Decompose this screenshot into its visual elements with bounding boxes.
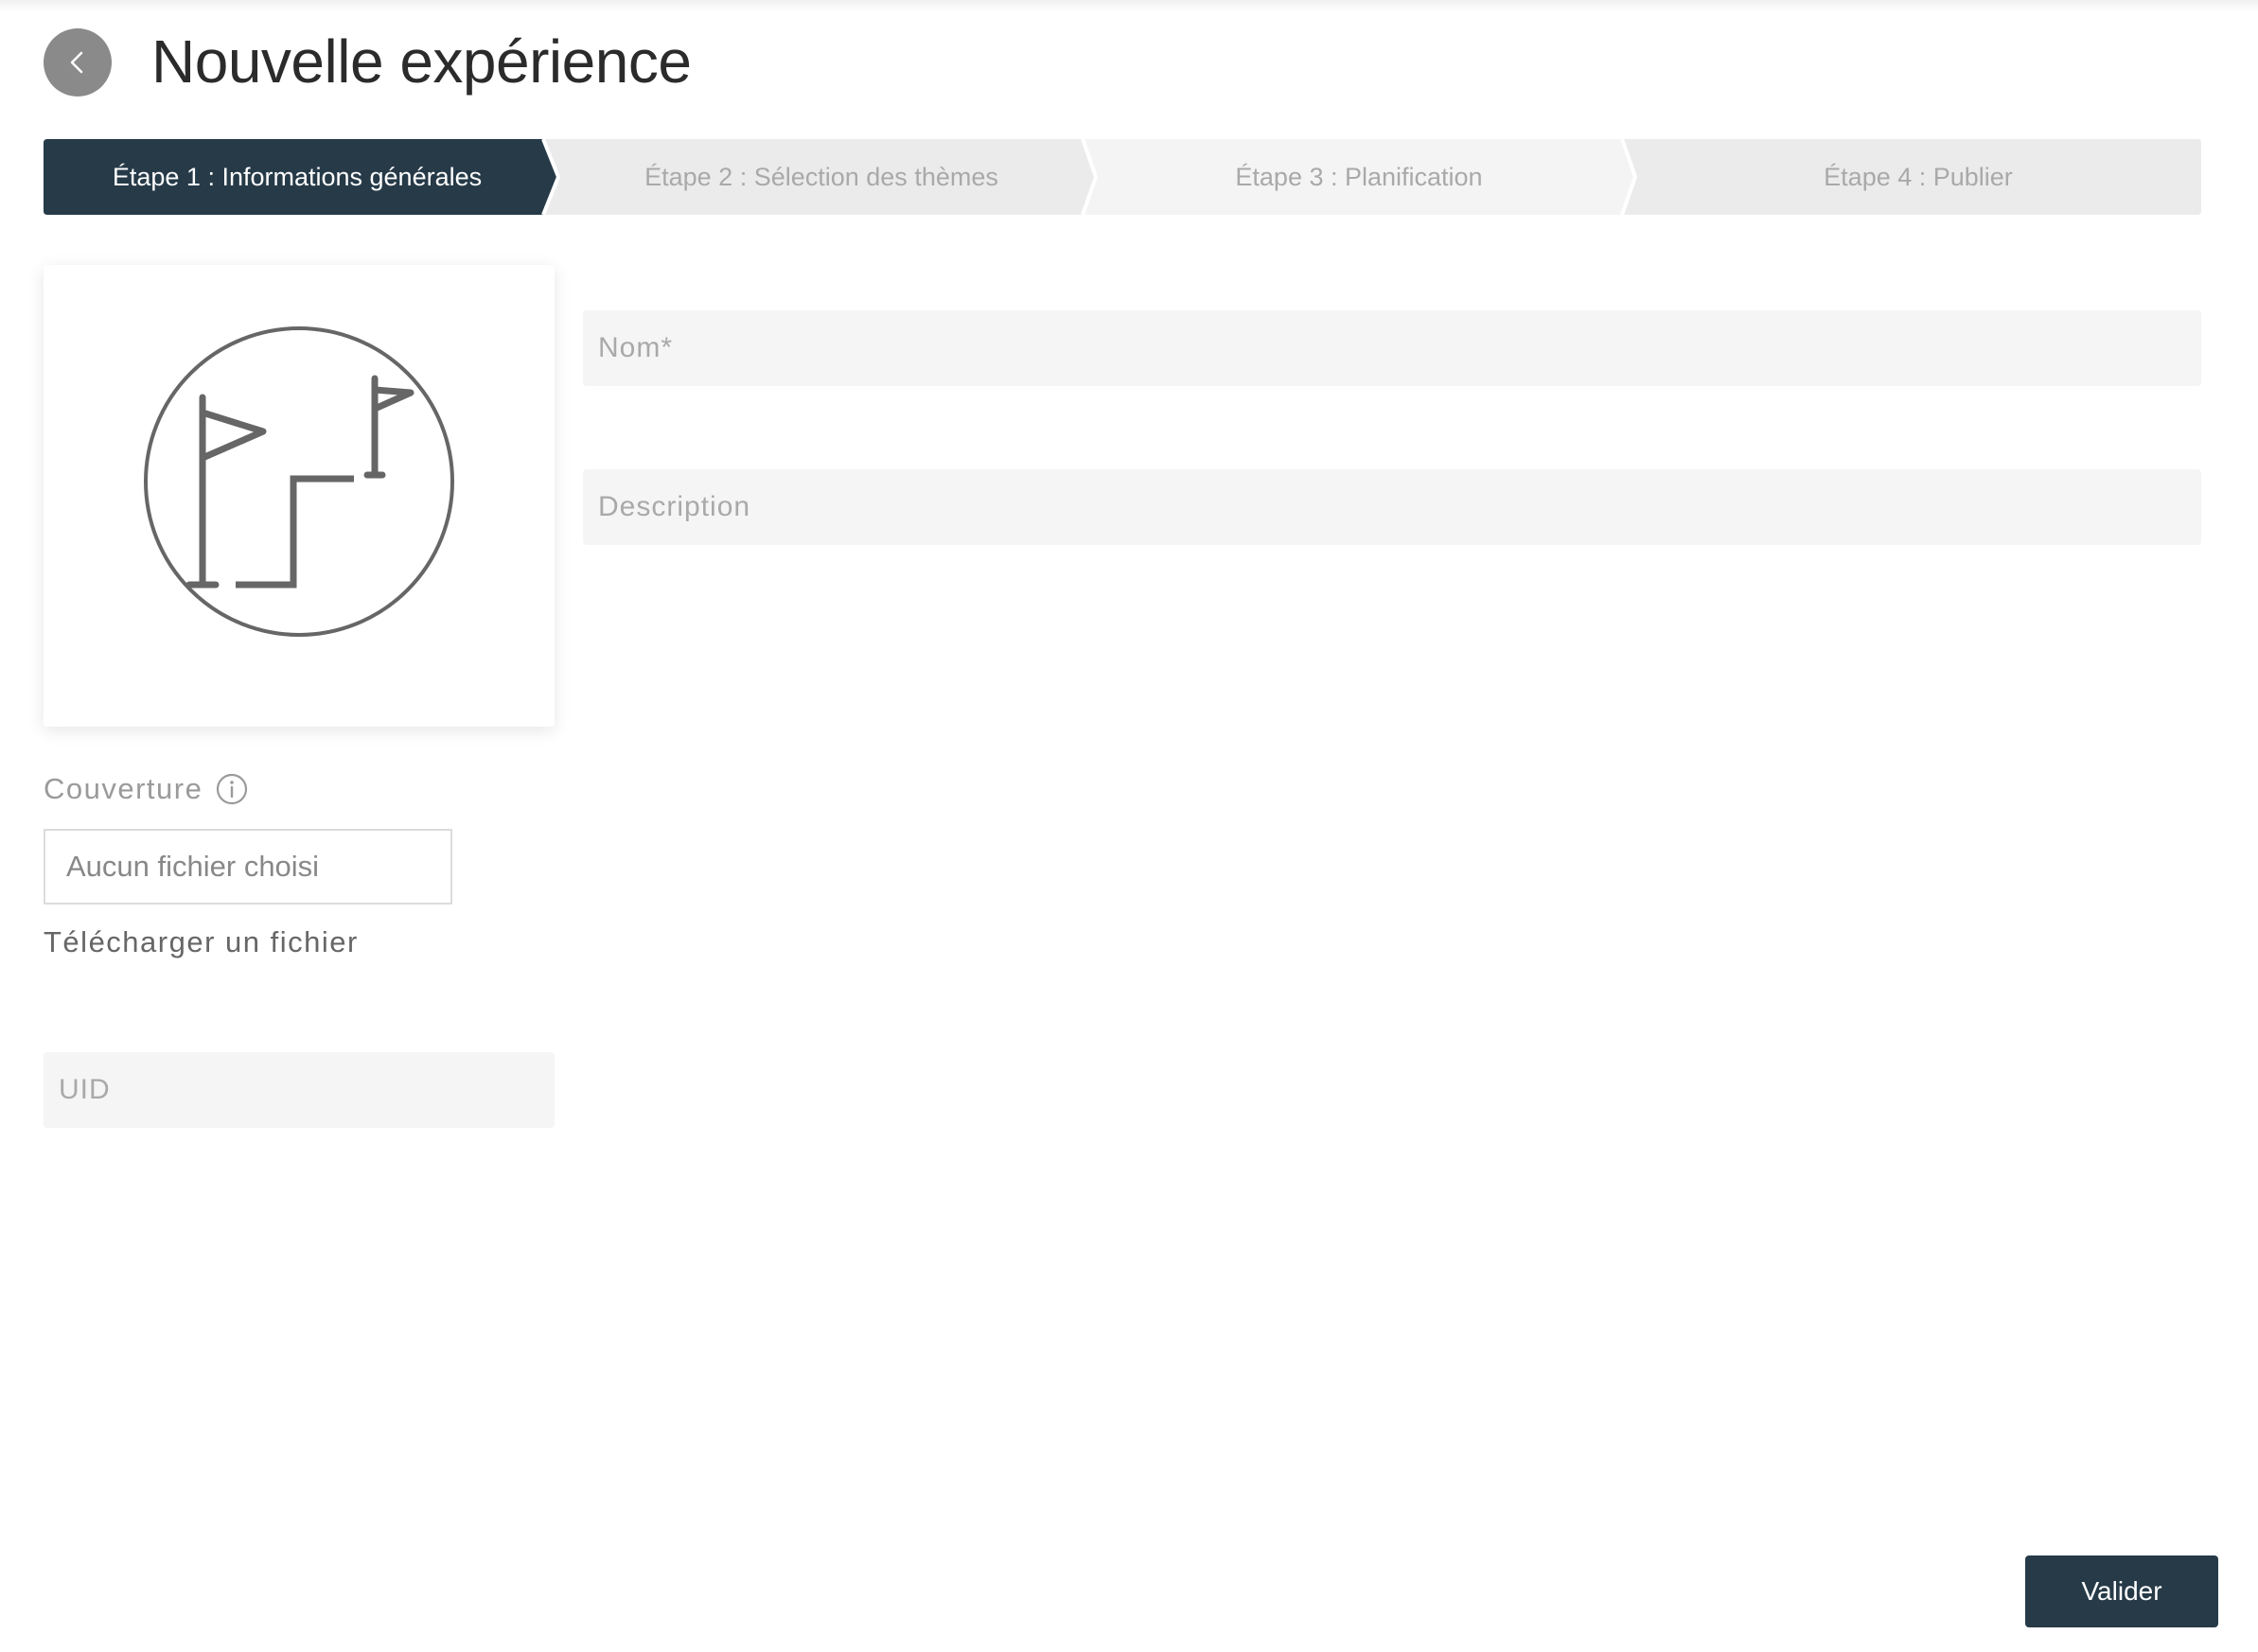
submit-button[interactable]: Valider [2025, 1555, 2218, 1627]
chevron-left-icon [70, 51, 83, 74]
step-2-tab[interactable]: Étape 2 : Sélection des thèmes [558, 139, 1085, 215]
upload-file-link[interactable]: Télécharger un fichier [44, 925, 359, 959]
file-status-text: Aucun fichier choisi [66, 850, 320, 883]
page-title: Nouvelle expérience [151, 27, 692, 96]
cover-image-card[interactable] [44, 265, 555, 727]
back-button[interactable] [44, 28, 112, 97]
stepper: Étape 1 : Informations générales Étape 2… [44, 139, 2201, 215]
cover-label: Couverture [44, 772, 203, 805]
file-chooser[interactable]: Aucun fichier choisi [44, 829, 452, 905]
description-field[interactable] [583, 469, 2201, 545]
flags-path-icon [144, 326, 454, 637]
step-1-tab[interactable]: Étape 1 : Informations générales [44, 139, 551, 215]
uid-field[interactable] [44, 1052, 555, 1128]
cover-label-row: Couverture [44, 768, 248, 810]
top-shadow [0, 0, 2258, 11]
step-4-tab[interactable]: Étape 4 : Publier [1635, 139, 2201, 215]
name-field[interactable] [583, 310, 2201, 386]
info-icon[interactable] [216, 773, 248, 805]
step-3-tab[interactable]: Étape 3 : Planification [1096, 139, 1622, 215]
